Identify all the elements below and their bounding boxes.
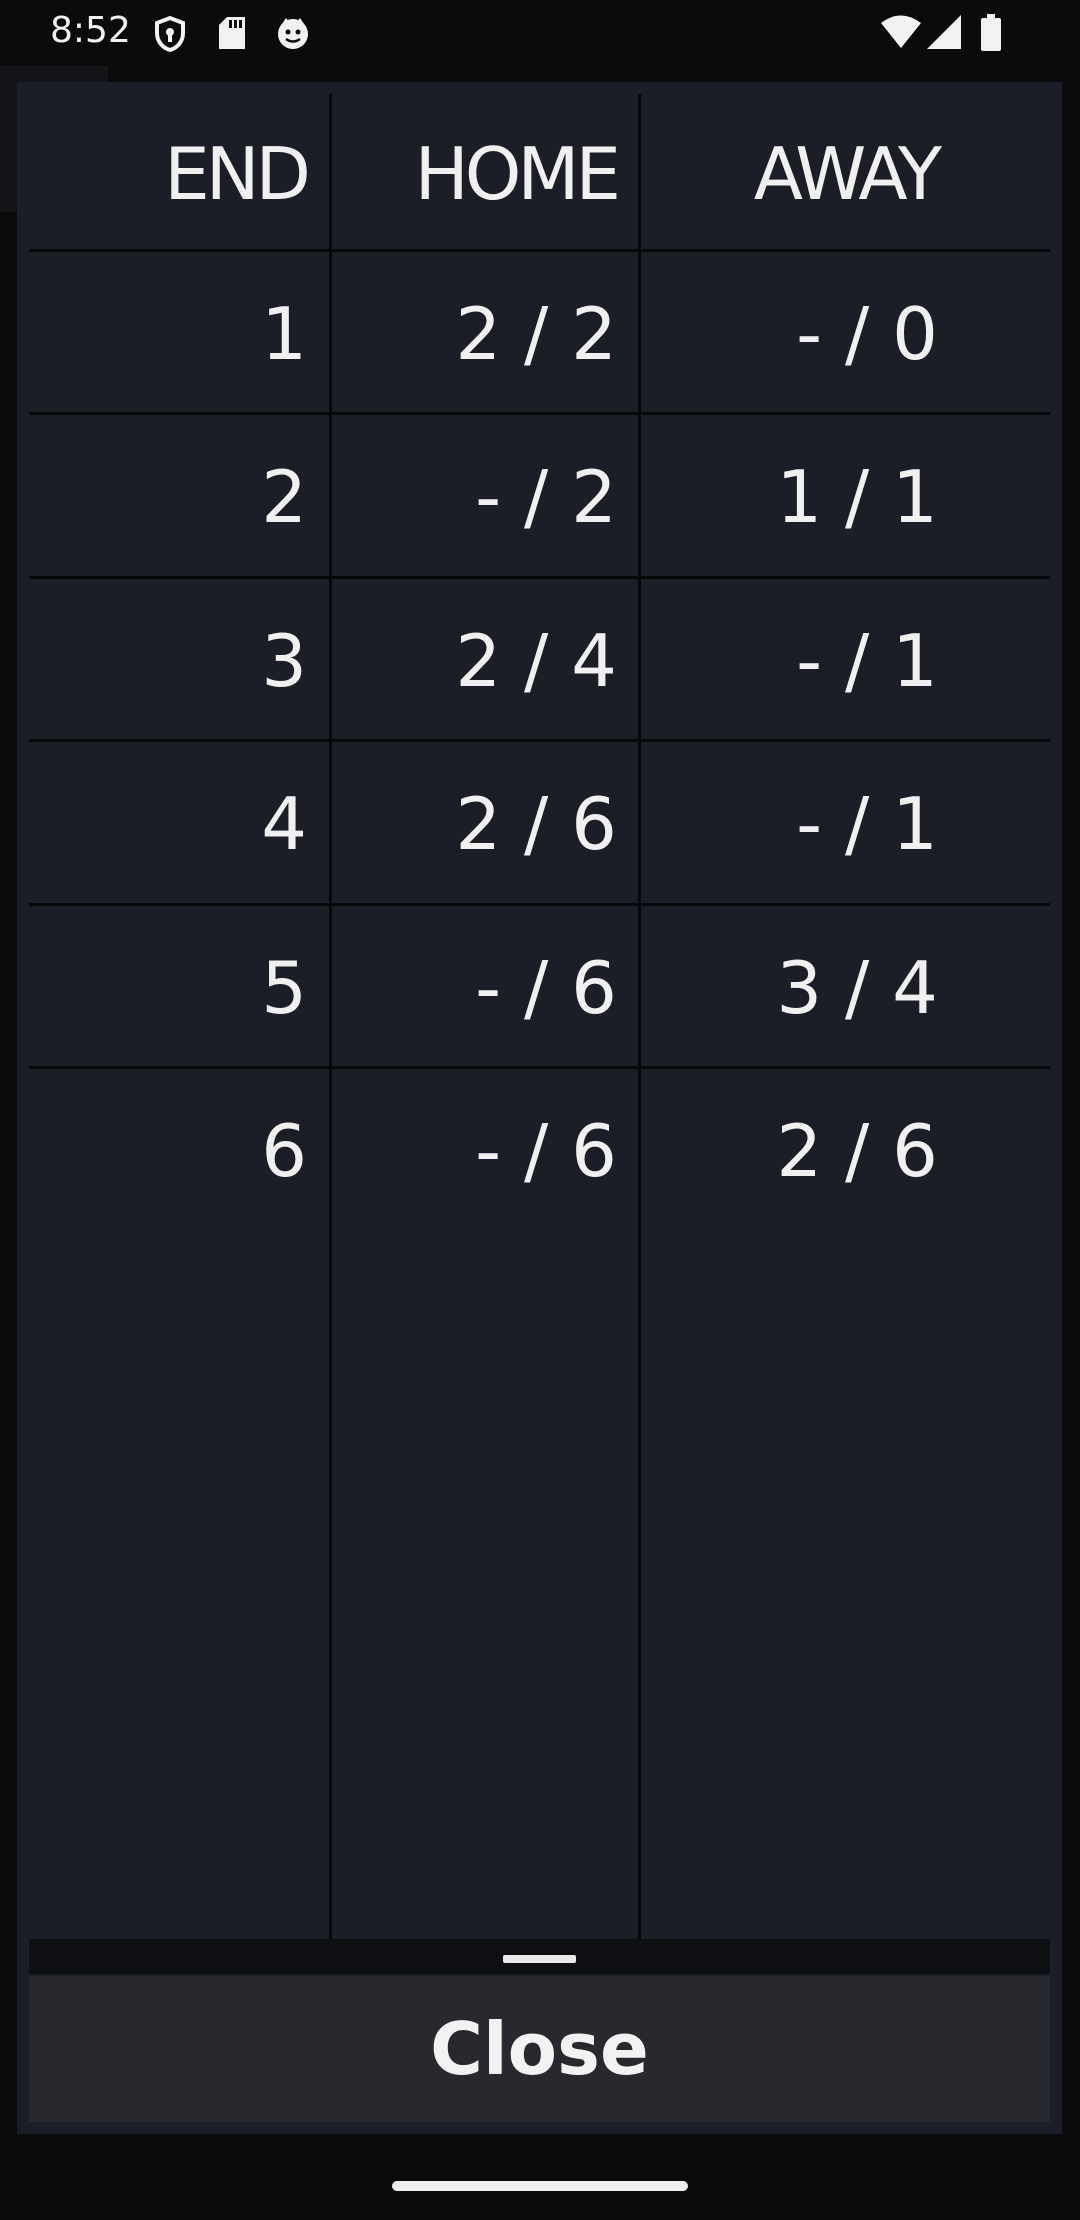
home-score-cell: 2 / 4 [455,619,617,703]
drag-handle[interactable] [503,1955,576,1963]
header-away: AWAY [753,132,942,216]
away-score-cell: - / 0 [796,292,938,376]
cat-face-icon [276,16,310,54]
away-score-cell: 1 / 1 [776,455,938,539]
header-end: END [164,132,311,216]
away-score-cell: 3 / 4 [776,946,938,1030]
end-cell: 5 [261,946,307,1030]
battery-icon [980,14,1002,56]
shield-icon [154,15,186,56]
end-cell: 3 [261,619,307,703]
score-table: END HOME AWAY 1 2 / 2 - / 0 2 - / 2 1 / … [29,94,1050,1939]
header-home: HOME [414,132,621,216]
end-cell: 4 [261,782,307,866]
home-score-cell: - / 6 [475,946,617,1030]
home-score-cell: 2 / 2 [455,292,617,376]
end-cell: 1 [261,292,307,376]
score-dialog: END HOME AWAY 1 2 / 2 - / 0 2 - / 2 1 / … [17,82,1062,2134]
home-gesture-pill[interactable] [392,2181,688,2191]
wifi-icon [880,14,922,54]
end-cell: 6 [261,1109,307,1193]
home-score-cell: 2 / 6 [455,782,617,866]
sd-card-icon [218,16,246,54]
away-score-cell: 2 / 6 [776,1109,938,1193]
navigation-bar [0,2134,1080,2220]
home-score-cell: - / 6 [475,1109,617,1193]
cellular-signal-icon [926,14,962,54]
close-button[interactable]: Close [29,1976,1050,2122]
away-score-cell: - / 1 [796,782,938,866]
away-score-cell: - / 1 [796,619,938,703]
status-bar: 8:52 [0,0,1080,66]
home-score-cell: - / 2 [475,455,617,539]
end-cell: 2 [261,455,307,539]
status-time: 8:52 [50,10,131,51]
